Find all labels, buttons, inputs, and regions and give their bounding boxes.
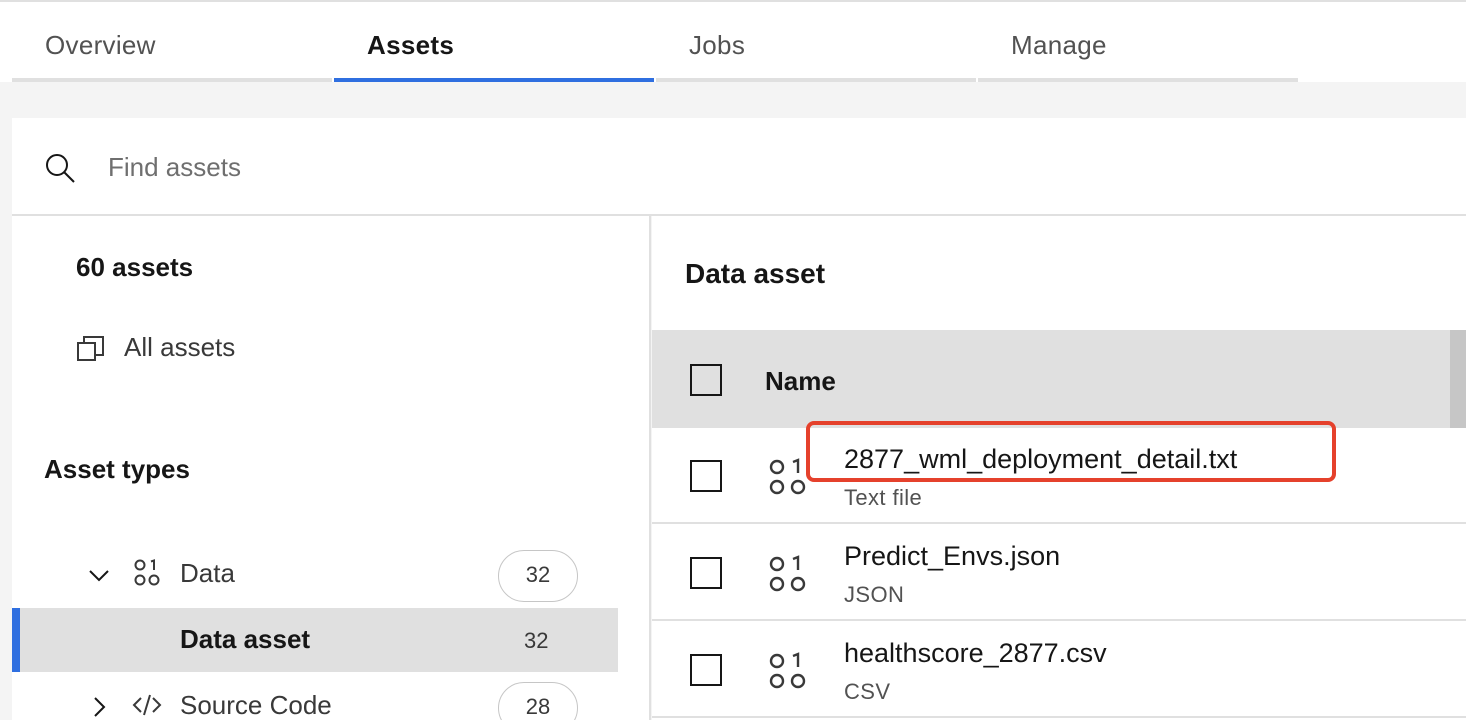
- tab-overview[interactable]: Overview: [12, 0, 332, 82]
- search-input[interactable]: [108, 144, 1208, 190]
- data-icon: [769, 458, 806, 495]
- tab-underline: [656, 78, 976, 82]
- tab-bar: Overview Assets Jobs Manage: [0, 0, 1466, 82]
- select-all-checkbox[interactable]: [690, 364, 722, 396]
- panel-title: Data asset: [685, 258, 826, 289]
- data-icon: [769, 652, 806, 689]
- row-checkbox[interactable]: [690, 460, 722, 492]
- tree-item-label: Data: [180, 558, 235, 588]
- code-icon: [132, 694, 162, 716]
- scrollbar[interactable]: [1450, 330, 1466, 428]
- count-badge: 32: [498, 550, 578, 602]
- search-bar: [12, 118, 1466, 216]
- asset-type: CSV: [844, 679, 891, 704]
- asset-name-link[interactable]: healthscore_2877.csv: [844, 638, 1107, 669]
- table-row[interactable]: Predict_Envs.json JSON: [652, 525, 1466, 621]
- asset-type: JSON: [844, 582, 905, 607]
- tab-underline: [12, 78, 332, 82]
- data-icon: [134, 559, 160, 586]
- tab-label: Jobs: [689, 30, 746, 60]
- tab-underline-active: [334, 78, 654, 82]
- table-row[interactable]: healthscore_2877.csv CSV: [652, 622, 1466, 718]
- highlight-box: [806, 421, 1336, 482]
- count-badge: 28: [498, 682, 578, 720]
- tab-jobs[interactable]: Jobs: [656, 0, 976, 82]
- all-assets-link[interactable]: All assets: [76, 328, 376, 372]
- asset-sidebar: 60 assets All assets Asset types Data 32…: [12, 216, 651, 720]
- all-assets-label: All assets: [124, 332, 236, 362]
- row-checkbox[interactable]: [690, 557, 722, 589]
- tab-label: Overview: [45, 30, 156, 60]
- tree-item-source-code[interactable]: Source Code 28: [12, 674, 618, 720]
- column-header-name[interactable]: Name: [765, 366, 836, 397]
- copy-icon: [77, 336, 104, 361]
- tab-assets[interactable]: Assets: [334, 0, 654, 82]
- asset-count: 60 assets: [76, 252, 194, 282]
- tab-label: Assets: [367, 30, 455, 60]
- tab-manage[interactable]: Manage: [978, 0, 1298, 82]
- tab-label: Manage: [1011, 30, 1107, 60]
- row-checkbox[interactable]: [690, 654, 722, 686]
- asset-type: Text file: [844, 485, 923, 510]
- table-header: Name: [652, 330, 1466, 428]
- tree-item-data-asset[interactable]: Data asset 32: [12, 608, 618, 672]
- chevron-right-icon[interactable]: [86, 694, 112, 720]
- chevron-down-icon[interactable]: [86, 562, 112, 588]
- tree-item-label: Source Code: [180, 690, 332, 720]
- search-icon: [46, 154, 75, 183]
- tree-item-data[interactable]: Data 32: [12, 542, 618, 606]
- asset-types-heading: Asset types: [44, 454, 190, 484]
- data-icon: [769, 555, 806, 592]
- count-badge: 32: [524, 628, 549, 653]
- tab-underline: [978, 78, 1298, 82]
- tree-item-label: Data asset: [180, 624, 311, 654]
- asset-name-link[interactable]: Predict_Envs.json: [844, 541, 1060, 572]
